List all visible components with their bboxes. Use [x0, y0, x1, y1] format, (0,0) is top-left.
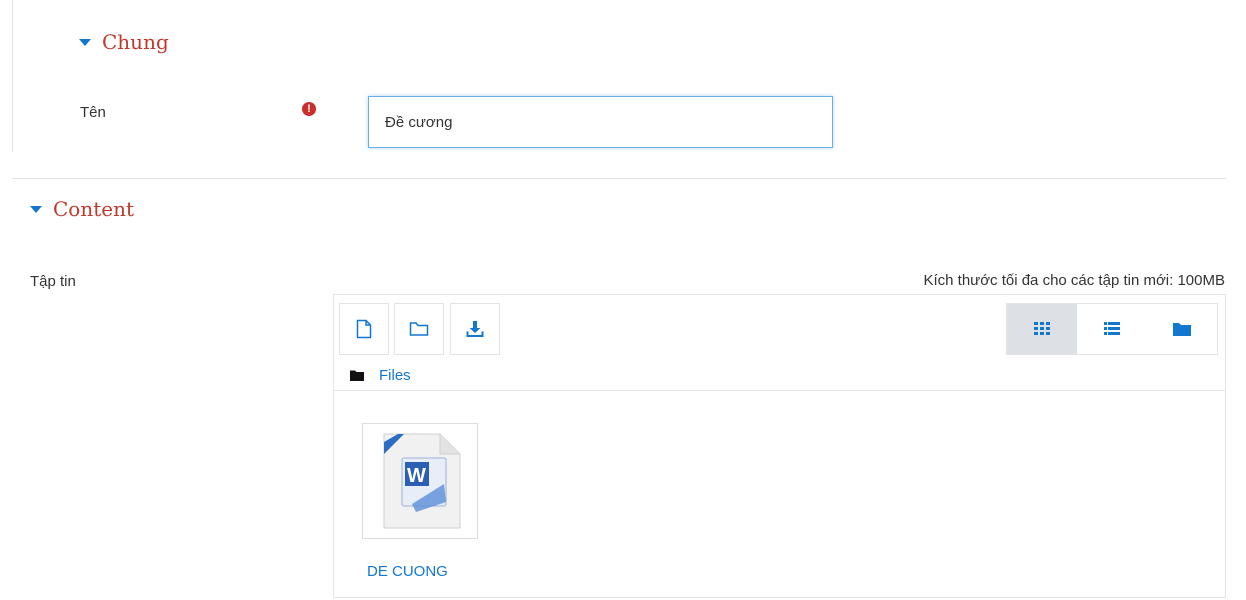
- file-name-link[interactable]: DE CUONG: [367, 563, 448, 580]
- folder-icon: [1173, 323, 1191, 336]
- add-file-button[interactable]: [339, 303, 389, 355]
- section-content-header[interactable]: Content: [30, 197, 134, 221]
- view-tree-button[interactable]: [1147, 304, 1217, 354]
- breadcrumb-files[interactable]: Files: [379, 367, 411, 384]
- file-picker-toolbar: Files: [334, 295, 1225, 391]
- left-border: [12, 0, 13, 152]
- name-input[interactable]: [368, 96, 833, 148]
- view-switcher: [1006, 303, 1218, 355]
- file-picker: Files W DE CUONG: [333, 294, 1226, 598]
- file-tile[interactable]: W: [362, 423, 478, 539]
- section-general-title: Chung: [102, 30, 169, 54]
- list-icon: [1104, 322, 1120, 335]
- folder-icon: [350, 370, 364, 381]
- name-label: Tên: [80, 104, 106, 121]
- folder-outline-icon: [409, 322, 429, 336]
- breadcrumb: Files: [350, 367, 411, 384]
- view-list-button[interactable]: [1077, 304, 1147, 354]
- grid-icon: [1034, 322, 1050, 335]
- view-icons-button[interactable]: [1007, 304, 1077, 354]
- section-content-title: Content: [53, 197, 135, 221]
- download-all-button[interactable]: [450, 303, 500, 355]
- caret-down-icon: [30, 205, 42, 213]
- file-icon: [356, 319, 372, 339]
- download-icon: [466, 321, 484, 337]
- section-divider: [12, 178, 1226, 179]
- caret-down-icon: [79, 38, 91, 46]
- section-general-header[interactable]: Chung: [79, 30, 169, 54]
- word-document-icon: W: [383, 433, 461, 529]
- max-size-note: Kích thước tối đa cho các tập tin mới: 1…: [923, 272, 1225, 289]
- svg-text:W: W: [407, 465, 426, 487]
- create-folder-button[interactable]: [394, 303, 444, 355]
- required-icon: !: [302, 102, 316, 116]
- file-label: Tập tin: [30, 273, 76, 290]
